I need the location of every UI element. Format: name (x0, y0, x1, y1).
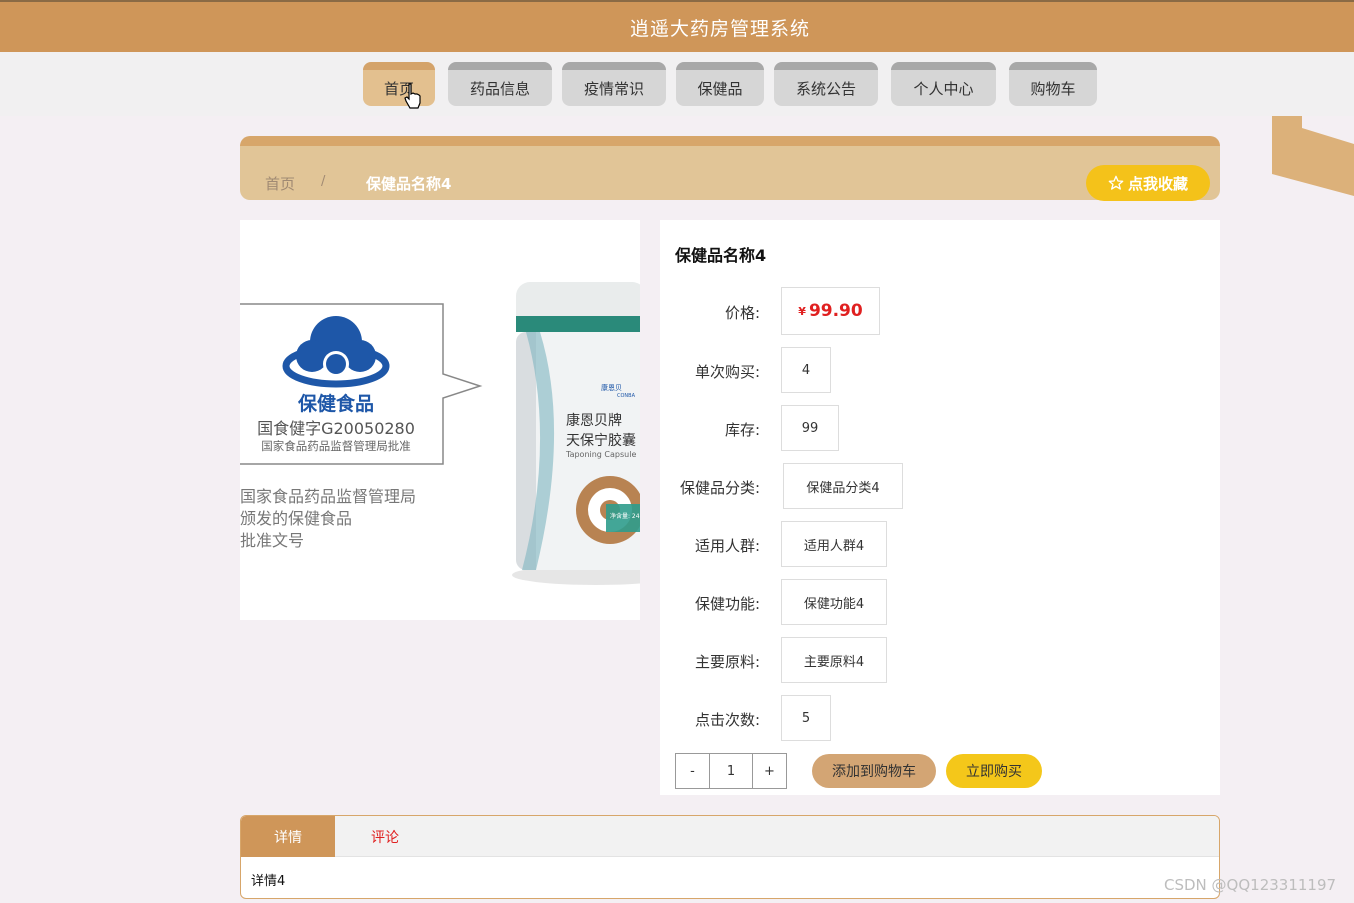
nav-item-health-products[interactable]: 保健品 (676, 62, 764, 106)
seal-title: 保健食品 (297, 392, 374, 415)
detail-tabs: 详情 评论 详情4 (240, 815, 1220, 899)
single-purchase-value: 4 (781, 347, 831, 393)
stock-value: 99 (781, 405, 839, 451)
single-purchase-label: 单次购买: (694, 363, 760, 381)
product-line-2: 天保宁胶囊 (566, 432, 636, 449)
favorite-button-label: 点我收藏 (1127, 174, 1188, 193)
quantity-decrease-button[interactable]: - (676, 754, 709, 788)
caption-line-1: 国家食品药品监督管理局 (240, 487, 416, 506)
tab-comments[interactable]: 评论 (335, 816, 435, 857)
product-name: 保健品名称4 (675, 246, 767, 265)
price-currency: ¥ (798, 304, 806, 318)
main-nav: 首页 药品信息 疫情常识 保健品 系统公告 个人中心 购物车 (0, 52, 1354, 116)
product-line-1: 康恩贝牌 (566, 412, 622, 429)
top-header: 逍遥大药房管理系统 (0, 0, 1354, 52)
add-to-cart-button[interactable]: 添加到购物车 (812, 754, 936, 788)
watermark: CSDN @QQ123311197 (1164, 876, 1337, 894)
brand-logo: 康恩贝 (601, 383, 622, 392)
nav-item-medicine-info[interactable]: 药品信息 (448, 62, 552, 106)
hand-cursor-icon (404, 83, 421, 109)
nav-item-epidemic-knowledge[interactable]: 疫情常识 (562, 62, 666, 106)
breadcrumb: 首页 / 保健品名称4 点我收藏 (240, 136, 1220, 201)
breadcrumb-current: 保健品名称4 (366, 175, 452, 193)
nav-item-cart[interactable]: 购物车 (1009, 62, 1097, 106)
brand-en: CONBA (617, 393, 636, 399)
price-amount: 99.90 (808, 301, 863, 321)
quantity-input[interactable]: 1 (709, 754, 753, 788)
category-label: 保健品分类: (679, 479, 760, 497)
quantity-increase-button[interactable]: + (753, 754, 786, 788)
product-en: Taponing Capsule (565, 450, 636, 459)
corner-decoration (1272, 116, 1354, 196)
quantity-stepper: - 1 + (675, 753, 787, 789)
product-image: 保健食品 国食健字G20050280 国家食品药品监督管理局批准 国家食品药品监… (240, 220, 640, 620)
stock-label: 库存: (724, 421, 760, 439)
site-title: 逍遥大药房管理系统 (629, 17, 810, 40)
nav-item-home[interactable]: 首页 (363, 62, 435, 106)
caption-line-2: 颁发的保健食品 (240, 509, 352, 528)
price-label: 价格: (724, 304, 760, 322)
tabs-header: 详情 评论 (241, 816, 1219, 857)
product-info-panel: 保健品名称4 价格: ¥99.90 单次购买: 4 库存: 99 保健品分类: … (660, 220, 1220, 795)
audience-value: 适用人群4 (781, 521, 887, 567)
approval-org: 国家食品药品监督管理局批准 (261, 439, 411, 453)
nav-item-announcements[interactable]: 系统公告 (774, 62, 878, 106)
clicks-value: 5 (781, 695, 831, 741)
nav-item-personal-center[interactable]: 个人中心 (891, 62, 996, 106)
details-content: 详情4 (251, 874, 286, 889)
favorite-button[interactable]: 点我收藏 (1086, 165, 1210, 201)
buy-now-button[interactable]: 立即购买 (946, 754, 1042, 788)
caption-line-3: 批准文号 (240, 531, 304, 550)
audience-label: 适用人群: (694, 537, 760, 555)
net-content: 净含量: 24 (610, 512, 640, 520)
ingredients-value: 主要原料4 (781, 637, 887, 683)
approval-number: 国食健字G20050280 (257, 419, 415, 438)
tab-details[interactable]: 详情 (241, 816, 335, 857)
star-icon (1108, 175, 1124, 190)
price-value: ¥99.90 (781, 287, 880, 335)
clicks-label: 点击次数: (694, 711, 760, 729)
category-value: 保健品分类4 (783, 463, 903, 509)
breadcrumb-separator: / (321, 174, 326, 189)
function-value: 保健功能4 (781, 579, 887, 625)
breadcrumb-home-link[interactable]: 首页 (265, 173, 295, 194)
ingredients-label: 主要原料: (694, 653, 760, 671)
product-photo: 保健食品 国食健字G20050280 国家食品药品监督管理局批准 国家食品药品监… (240, 220, 640, 620)
function-label: 保健功能: (694, 595, 760, 613)
